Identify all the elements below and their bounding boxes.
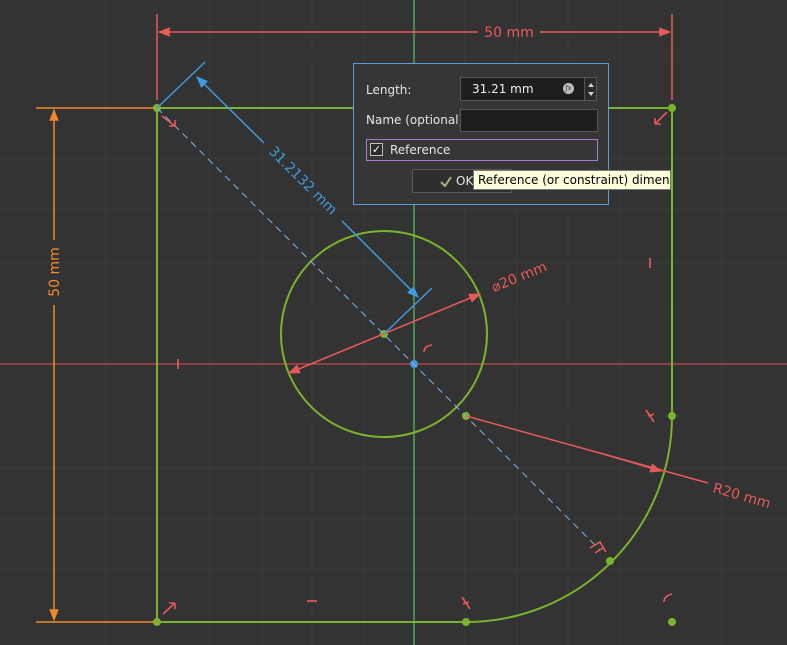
reference-dimension-label: 31.2132 mm <box>265 144 340 219</box>
dimension-left-height-label: 50 mm <box>47 247 63 297</box>
dimension-radius-label: R20 mm <box>711 480 772 512</box>
dimension-left-height[interactable] <box>36 107 155 623</box>
name-input[interactable] <box>460 109 598 132</box>
spin-up-icon[interactable] <box>588 83 594 87</box>
ok-label: OK <box>456 174 474 188</box>
tooltip: Reference (or constraint) dimension <box>473 170 671 190</box>
reference-checkbox-row[interactable]: ✓ Reference <box>366 139 598 161</box>
expression-icon[interactable]: ƒx <box>563 83 574 94</box>
length-label: Length: <box>366 83 412 97</box>
reference-checkbox[interactable]: ✓ <box>370 143 383 156</box>
reference-label: Reference <box>390 143 451 157</box>
length-spinner[interactable] <box>584 77 597 101</box>
dimension-top-width-label: 50 mm <box>484 25 534 41</box>
name-label: Name (optional) <box>366 113 464 127</box>
ok-check-icon <box>440 176 452 187</box>
dimension-diameter-label: ⌀20 mm <box>490 259 550 296</box>
spin-down-icon[interactable] <box>588 92 594 96</box>
